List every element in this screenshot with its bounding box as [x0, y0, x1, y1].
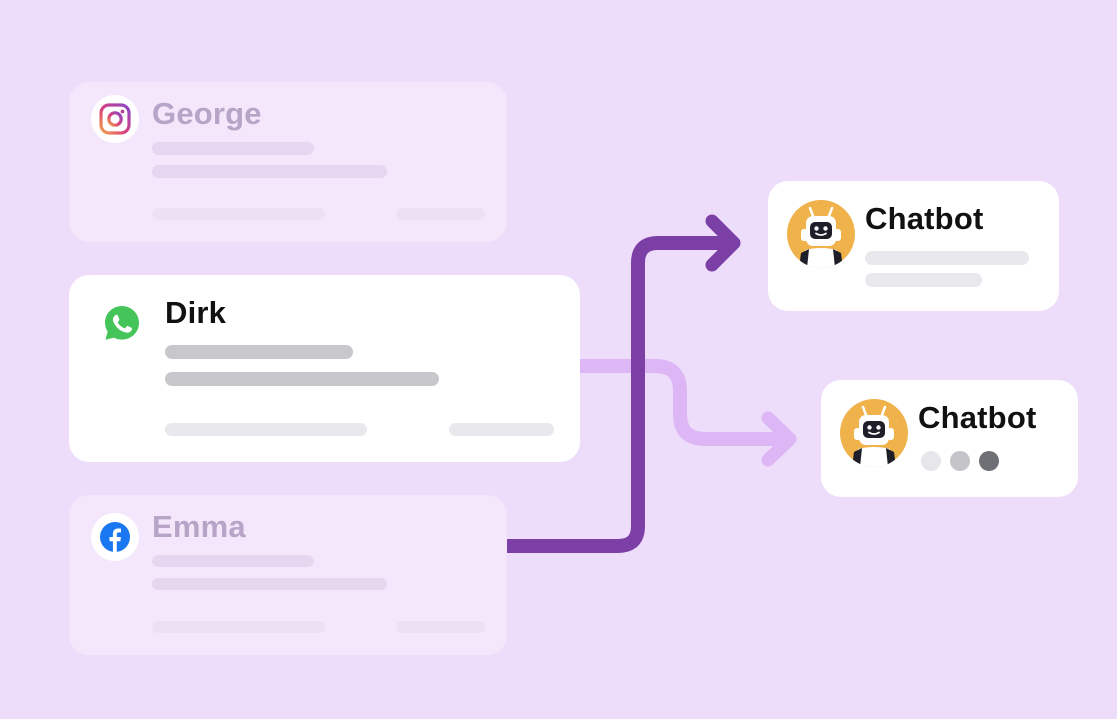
contact-name: Emma — [152, 509, 246, 544]
message-preview-line — [152, 578, 387, 590]
robot-avatar-icon — [840, 399, 908, 467]
message-preview-line — [152, 142, 314, 155]
contact-name: Dirk — [165, 295, 227, 330]
message-preview-line — [152, 165, 387, 178]
contact-card-dirk[interactable]: Dirk — [69, 275, 580, 462]
meta-line — [449, 423, 554, 436]
typing-dot — [979, 451, 999, 471]
typing-dot — [950, 451, 970, 471]
chatbot-name: Chatbot — [865, 201, 984, 236]
reply-preview-line — [865, 251, 1029, 265]
chatbot-card-typing[interactable]: Chatbot — [821, 380, 1078, 497]
instagram-icon — [91, 95, 139, 143]
contact-name: George — [152, 96, 262, 131]
message-preview-line — [165, 345, 353, 359]
message-preview-line — [165, 372, 439, 386]
robot-avatar-icon — [787, 200, 855, 268]
typing-dot — [921, 451, 941, 471]
chatbot-card-reply[interactable]: Chatbot — [768, 181, 1059, 311]
flow-line-light — [580, 359, 785, 446]
meta-line — [396, 208, 485, 220]
message-preview-line — [152, 555, 314, 567]
contact-card-george[interactable]: George — [69, 82, 507, 242]
contact-card-emma[interactable]: Emma — [69, 495, 507, 655]
meta-line — [165, 423, 367, 436]
meta-line — [152, 208, 325, 220]
facebook-icon — [91, 513, 139, 561]
whatsapp-icon — [102, 303, 142, 343]
reply-preview-line — [865, 273, 982, 287]
chatbot-name: Chatbot — [918, 400, 1037, 435]
meta-line — [396, 621, 485, 633]
meta-line — [152, 621, 325, 633]
